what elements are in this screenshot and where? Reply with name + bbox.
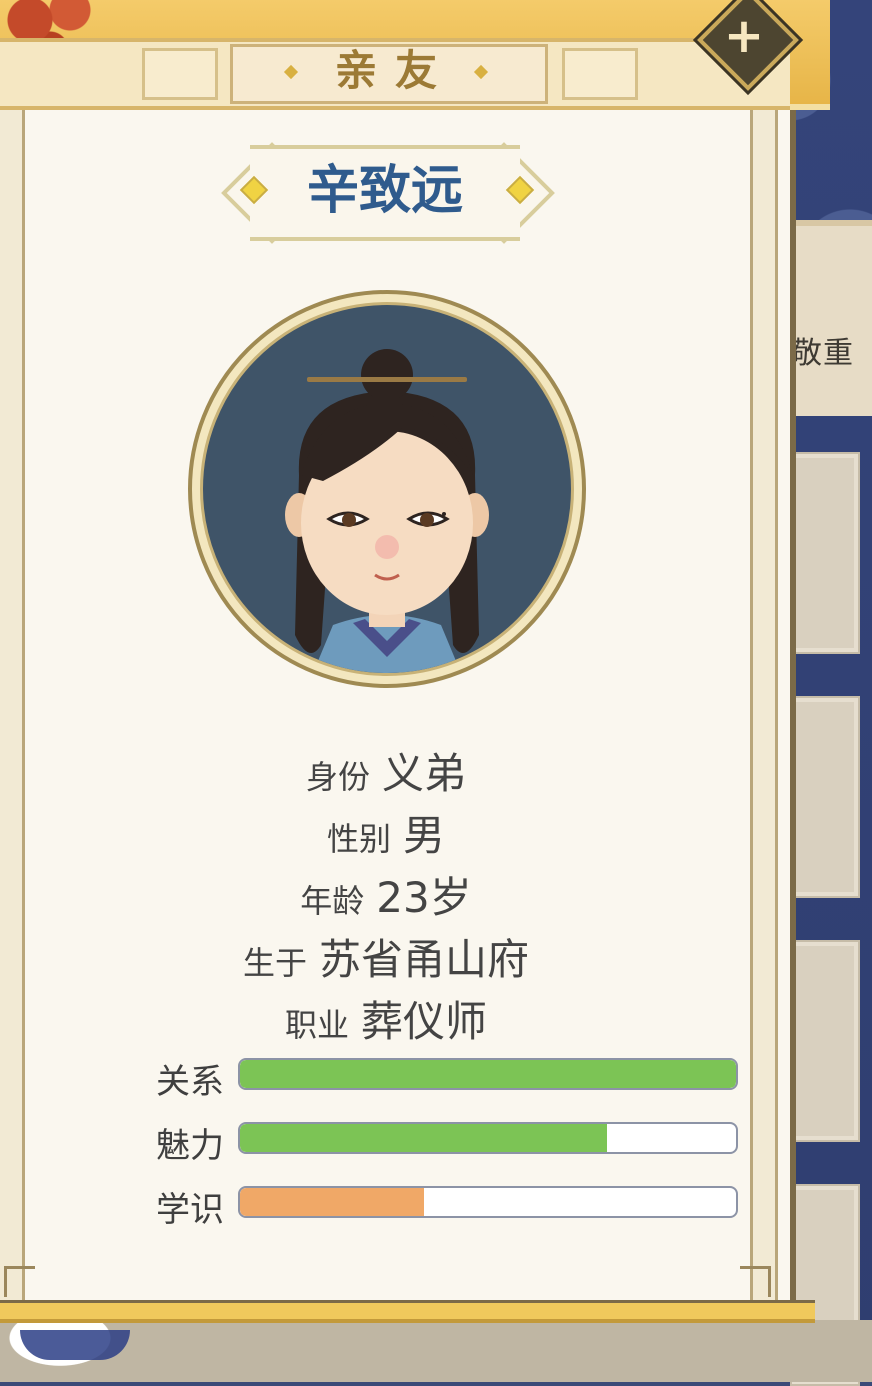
info-value: 义弟: [382, 749, 467, 798]
stat-bar-charm: [238, 1122, 738, 1154]
info-label: 年龄: [300, 882, 365, 920]
stat-fill: [240, 1060, 736, 1088]
avatar: [200, 302, 574, 676]
panel-bottom-bar: [0, 1300, 815, 1323]
stat-fill: [240, 1188, 424, 1216]
background-banner-text: 敬重: [792, 336, 854, 371]
info-value: 男: [403, 811, 446, 860]
info-identity: 身份 义弟: [0, 740, 772, 801]
info-label: 性别: [326, 820, 391, 858]
info-gender: 性别男: [0, 802, 772, 863]
stat-fill: [240, 1124, 608, 1152]
info-age: 年龄 23岁: [0, 864, 772, 925]
header-ornament-box: [562, 48, 638, 100]
corner-ornament: [4, 1266, 35, 1297]
info-label: 身份: [305, 758, 370, 796]
info-value: 苏省甬山府: [319, 935, 530, 984]
character-name: 辛致远: [306, 161, 463, 221]
background-card: [790, 452, 860, 654]
character-portrait: [285, 349, 489, 673]
background-card: [790, 696, 860, 898]
background-card: [790, 940, 860, 1142]
info-label: 生于: [242, 944, 307, 982]
info-value: 葬仪师: [361, 997, 488, 1046]
close-icon[interactable]: +: [712, 4, 776, 68]
info-label: 职业: [284, 1006, 349, 1044]
info-occupation: 职业 葬仪师: [0, 988, 772, 1049]
info-value: 23岁: [376, 873, 472, 922]
page-title: 亲友: [334, 46, 455, 95]
background-banner: [790, 220, 872, 416]
info-birthplace: 生于 苏省甬山府: [0, 926, 772, 987]
corner-ornament: [740, 1266, 771, 1297]
stat-label-relation: 关系: [156, 1062, 224, 1102]
panel-frame-right: [750, 100, 778, 1310]
stat-bar-knowledge: [238, 1186, 738, 1218]
stat-label-knowledge: 学识: [156, 1190, 224, 1230]
porcelain-bowl: [20, 1330, 130, 1360]
panel-frame-left: [0, 100, 25, 1310]
stat-bar-relation: [238, 1058, 738, 1090]
header-ornament-box: [142, 48, 218, 100]
stat-label-charm: 魅力: [156, 1126, 224, 1166]
